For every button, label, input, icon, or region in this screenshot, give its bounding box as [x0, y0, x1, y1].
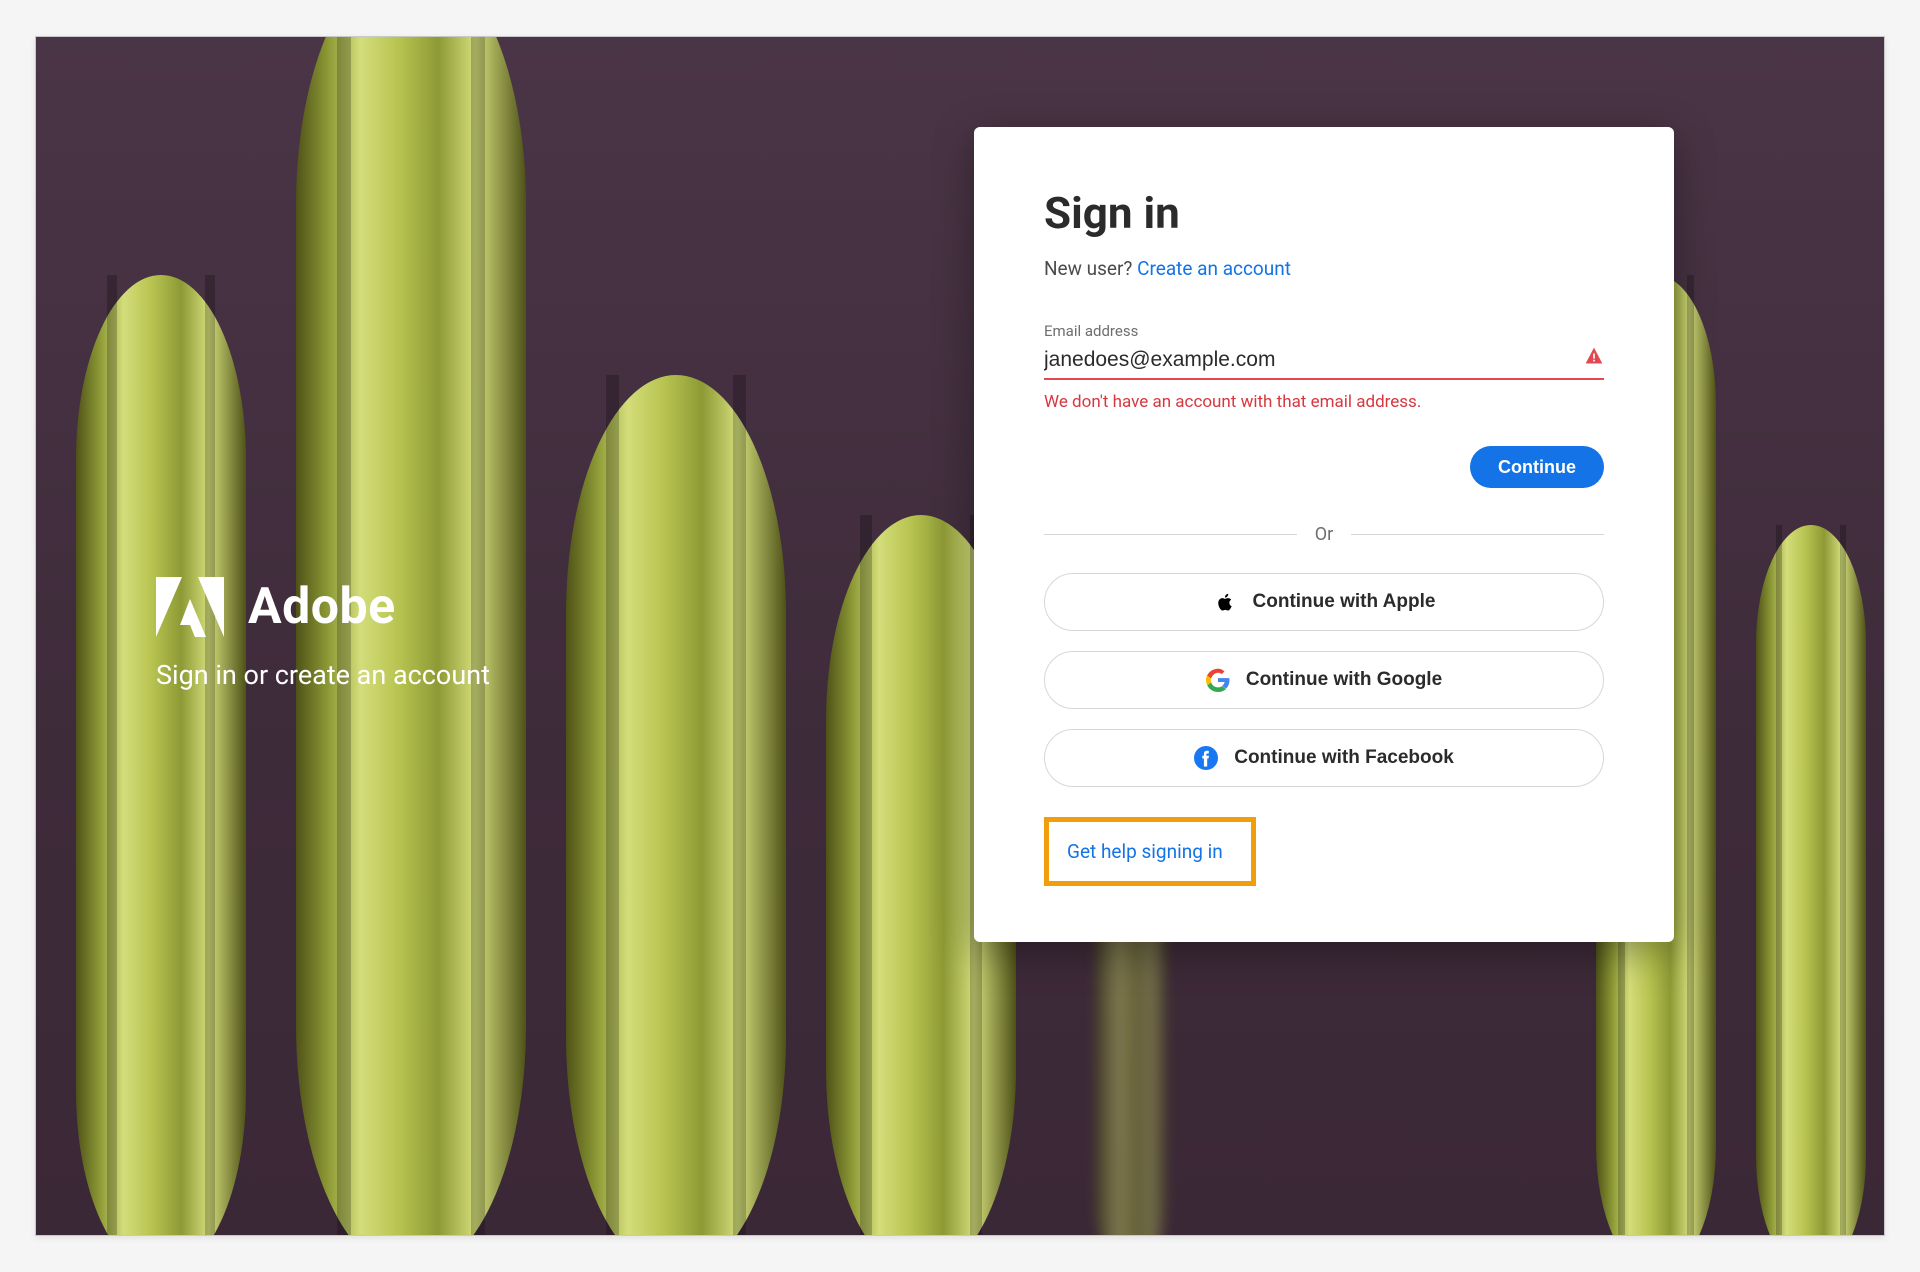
- get-help-link[interactable]: Get help signing in: [1067, 840, 1223, 863]
- new-user-text: New user?: [1044, 257, 1132, 280]
- page-frame: Adobe Sign in or create an account Sign …: [35, 36, 1885, 1236]
- error-message: We don't have an account with that email…: [1044, 392, 1604, 412]
- google-button-label: Continue with Google: [1246, 669, 1442, 691]
- email-field-group: Email address We don't have an account w…: [1044, 322, 1604, 412]
- brand-name: Adobe: [248, 578, 396, 636]
- card-title: Sign in: [1044, 187, 1604, 239]
- brand-tagline: Sign in or create an account: [156, 659, 490, 691]
- continue-button[interactable]: Continue: [1470, 446, 1604, 488]
- facebook-button-label: Continue with Facebook: [1234, 747, 1454, 769]
- help-highlight-box: Get help signing in: [1044, 817, 1256, 886]
- divider-or: Or: [1044, 524, 1604, 545]
- continue-with-apple-button[interactable]: Continue with Apple: [1044, 573, 1604, 631]
- email-input[interactable]: [1044, 344, 1604, 378]
- facebook-icon: [1194, 746, 1218, 770]
- google-icon: [1206, 668, 1230, 692]
- email-label: Email address: [1044, 322, 1604, 340]
- apple-icon: [1213, 590, 1237, 614]
- apple-button-label: Continue with Apple: [1253, 591, 1436, 613]
- background-image: Adobe Sign in or create an account Sign …: [36, 37, 1884, 1235]
- new-user-row: New user? Create an account: [1044, 257, 1604, 280]
- signin-card: Sign in New user? Create an account Emai…: [974, 127, 1674, 942]
- adobe-logo-icon: [156, 577, 224, 637]
- create-account-link[interactable]: Create an account: [1137, 257, 1291, 280]
- brand-block: Adobe Sign in or create an account: [156, 577, 490, 691]
- warning-icon: [1584, 346, 1604, 366]
- continue-with-facebook-button[interactable]: Continue with Facebook: [1044, 729, 1604, 787]
- continue-with-google-button[interactable]: Continue with Google: [1044, 651, 1604, 709]
- divider-label: Or: [1297, 524, 1351, 545]
